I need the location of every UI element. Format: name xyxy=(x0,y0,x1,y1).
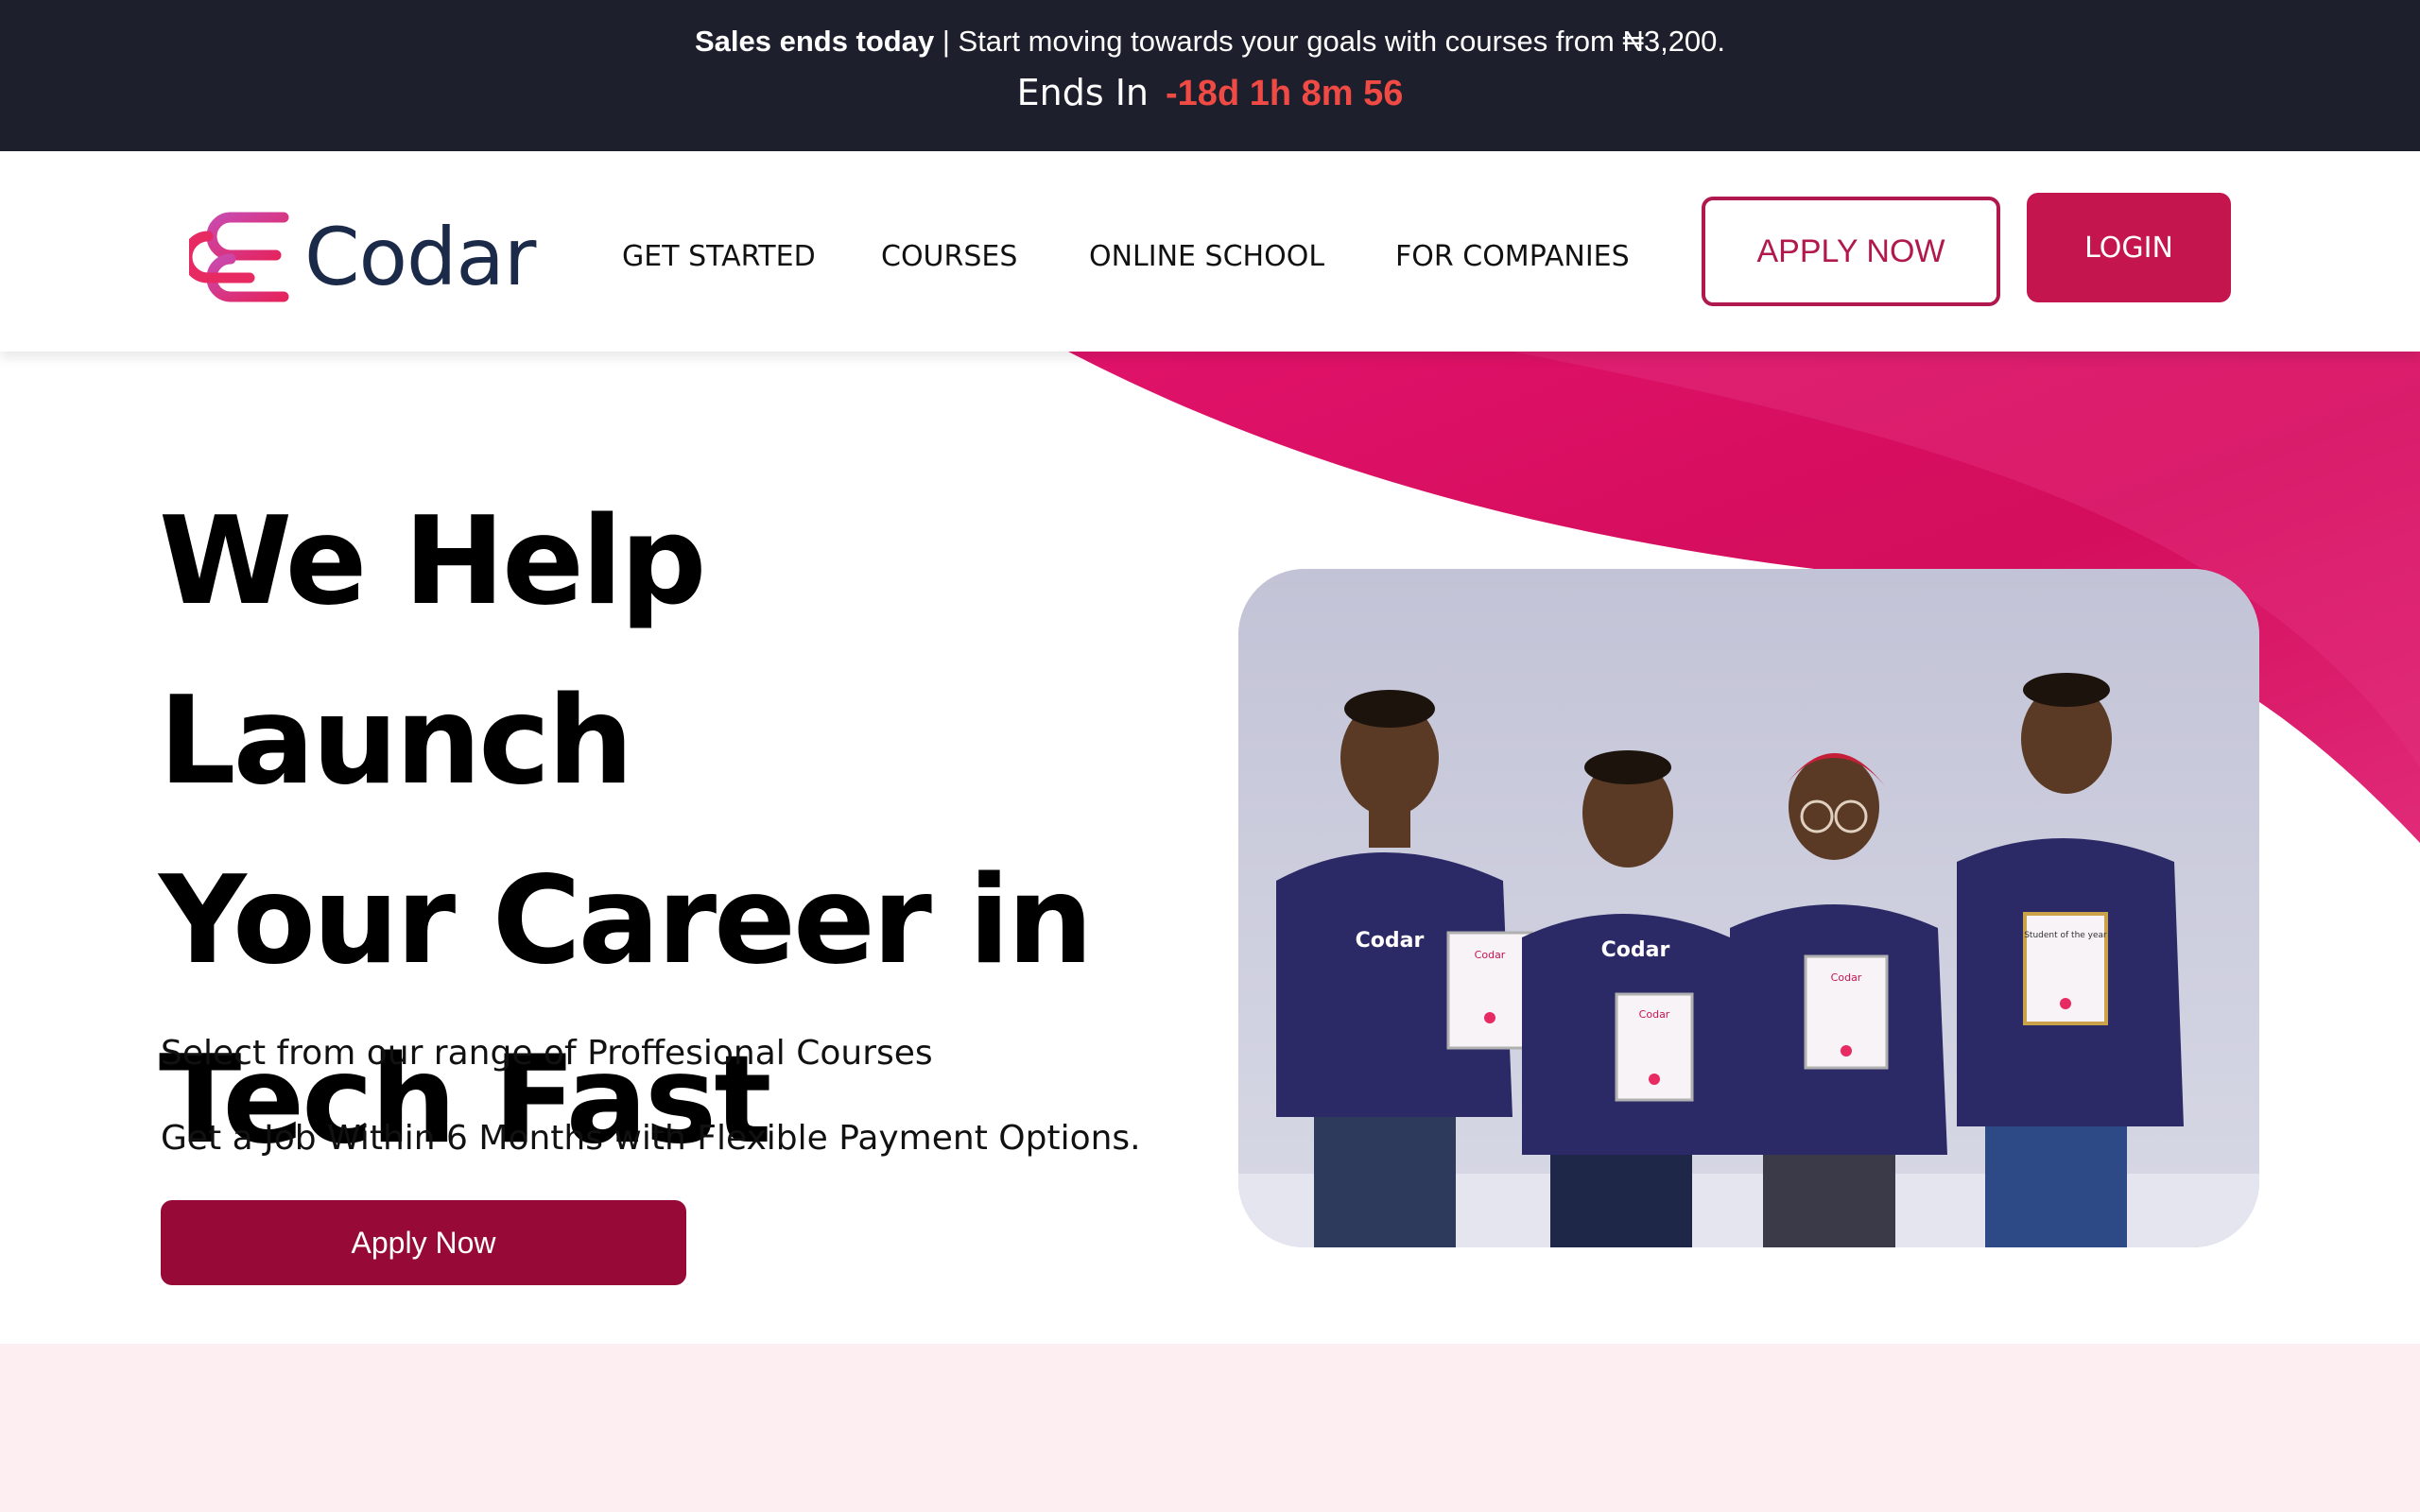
promo-countdown-row: Ends In -18d 1h 8m 56 xyxy=(0,70,2420,116)
apply-now-header-button[interactable]: APPLY NOW xyxy=(1702,197,2000,306)
hero-title-line-2: Your Career in xyxy=(159,850,1093,991)
svg-text:Codar: Codar xyxy=(1475,949,1506,961)
nav-for-companies[interactable]: FOR COMPANIES xyxy=(1395,240,1630,273)
apply-now-hero-button[interactable]: Apply Now xyxy=(161,1200,686,1285)
svg-text:Codar: Codar xyxy=(1639,1008,1670,1021)
students-illustration: Codar Codar Codar Codar Codar Student of… xyxy=(1238,569,2259,1247)
countdown-timer: -18d 1h 8m 56 xyxy=(1166,74,1404,113)
codar-logo-icon xyxy=(189,212,289,302)
promo-headline-bold: Sales ends today xyxy=(694,25,935,58)
nav-courses[interactable]: COURSES xyxy=(881,240,1017,273)
hero-title: We Help Launch Your Career in Tech Fast xyxy=(159,472,1151,1191)
svg-text:Codar: Codar xyxy=(1601,938,1670,962)
promo-headline: Sales ends today | Start moving towards … xyxy=(0,23,2420,60)
nav-online-school[interactable]: ONLINE SCHOOL xyxy=(1089,240,1324,273)
ends-in-label: Ends In xyxy=(1016,72,1150,113)
hero-title-line-1: We Help Launch xyxy=(159,491,706,812)
site-header: Codar GET STARTED COURSES ONLINE SCHOOL … xyxy=(0,151,2420,352)
hero-subtitle-courses: Select from our range of Proffesional Co… xyxy=(161,1034,933,1073)
login-button[interactable]: LOGIN xyxy=(2027,193,2231,302)
svg-text:Codar: Codar xyxy=(1831,971,1862,984)
hero-subtitle-job: Get a Job Within 6 Months with Flexible … xyxy=(161,1119,1141,1158)
nav-get-started[interactable]: GET STARTED xyxy=(622,240,816,273)
svg-text:Student of the year: Student of the year xyxy=(2024,931,2107,940)
svg-text:Codar: Codar xyxy=(1356,929,1425,953)
logo-text: Codar xyxy=(304,211,536,303)
hero-students-photo: Codar Codar Codar Codar Codar Student of… xyxy=(1238,569,2259,1247)
promo-headline-rest: | Start moving towards your goals with c… xyxy=(934,25,1726,58)
logo[interactable]: Codar xyxy=(189,205,536,309)
promo-bar: Sales ends today | Start moving towards … xyxy=(0,0,2420,151)
next-section-band xyxy=(0,1344,2420,1512)
